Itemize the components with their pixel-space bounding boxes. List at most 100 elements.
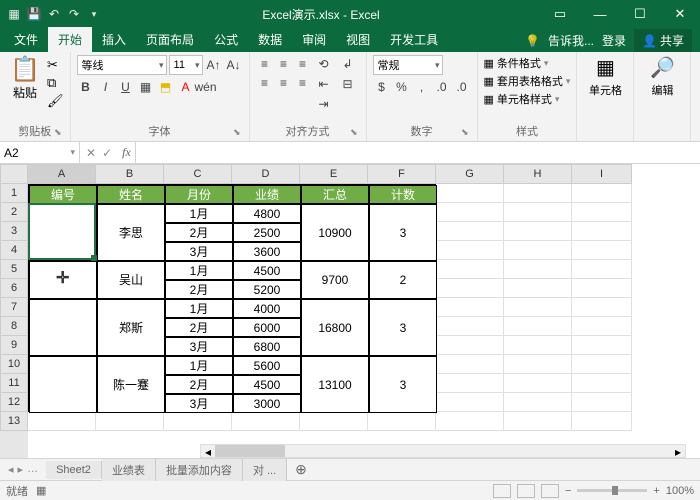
cell[interactable] [504,374,572,393]
data-cell[interactable]: 姓名 [97,185,165,204]
data-cell[interactable]: 10900 [301,204,369,261]
row-header[interactable]: 9 [0,336,28,355]
cell[interactable] [436,222,504,241]
decrease-decimal-icon[interactable]: .0 [453,78,471,96]
cancel-formula-icon[interactable]: ✕ [86,146,96,160]
cell[interactable] [436,298,504,317]
scroll-left-icon[interactable]: ◂ [201,445,215,457]
cell[interactable] [572,412,632,431]
data-cell[interactable] [29,356,97,413]
row-header[interactable]: 3 [0,222,28,241]
cells-button[interactable]: ▦单元格 [583,55,627,98]
share-button[interactable]: 👤 共享 [634,29,692,52]
cell[interactable] [504,412,572,431]
cell[interactable] [436,241,504,260]
cell[interactable] [436,317,504,336]
data-cell[interactable] [29,204,97,261]
macro-record-icon[interactable]: ▦ [36,484,46,497]
undo-icon[interactable]: ↶ [46,6,62,22]
align-left-icon[interactable]: ≡ [256,74,274,92]
cell[interactable] [504,279,572,298]
cell[interactable] [572,336,632,355]
cell[interactable] [504,241,572,260]
data-cell[interactable]: 6000 [233,318,301,337]
data-cell[interactable]: 3月 [165,242,233,261]
data-cell[interactable]: 5600 [233,356,301,375]
data-cell[interactable]: 1月 [165,261,233,280]
data-cell[interactable]: 1月 [165,204,233,223]
tab-layout[interactable]: 页面布局 [136,27,204,52]
row-header[interactable]: 12 [0,393,28,412]
cell[interactable] [572,184,632,203]
tab-review[interactable]: 审阅 [292,27,336,52]
cell[interactable] [232,412,300,431]
minimize-button[interactable]: — [580,0,620,28]
tab-insert[interactable]: 插入 [92,27,136,52]
data-cell[interactable]: 2月 [165,223,233,242]
cell[interactable] [572,260,632,279]
page-break-view-icon[interactable] [541,484,559,498]
data-cell[interactable]: 编号 [29,185,97,204]
data-cell[interactable]: 3600 [233,242,301,261]
cell[interactable] [572,317,632,336]
accounting-format-icon[interactable]: $ [373,78,391,96]
sheet-nav-next-icon[interactable]: ▸ [18,463,24,476]
cell[interactable] [436,279,504,298]
zoom-level[interactable]: 100% [666,485,694,497]
tab-developer[interactable]: 开发工具 [380,27,448,52]
add-sheet-button[interactable]: ⊕ [287,461,315,478]
orientation-icon[interactable]: ⟲ [315,55,333,73]
data-cell[interactable]: 4500 [233,375,301,394]
data-cell[interactable]: 3 [369,356,437,413]
column-header[interactable]: I [572,164,632,184]
horizontal-scrollbar[interactable]: ◂ ▸ [200,444,686,458]
decrease-indent-icon[interactable]: ⇤ [315,75,333,93]
cell[interactable] [572,298,632,317]
launcher-icon[interactable]: ⬊ [233,127,241,138]
cell[interactable] [96,412,164,431]
cell[interactable] [436,260,504,279]
paste-button[interactable]: 📋 粘贴 [6,55,44,101]
data-cell[interactable]: 吴山 [97,261,165,299]
number-format-combo[interactable]: 常规 [373,55,443,75]
align-center-icon[interactable]: ≡ [275,74,293,92]
zoom-in-icon[interactable]: + [653,485,659,497]
copy-icon[interactable]: ⧉ [47,75,64,91]
cell[interactable] [300,412,368,431]
cell[interactable] [504,184,572,203]
data-cell[interactable]: 3月 [165,337,233,356]
cell[interactable] [504,336,572,355]
cell[interactable] [572,241,632,260]
font-name-combo[interactable]: 等线 [77,55,167,75]
cell[interactable] [572,355,632,374]
cell[interactable] [572,203,632,222]
formula-bar[interactable] [135,142,700,163]
scroll-right-icon[interactable]: ▸ [671,445,685,457]
sheet-tab-1[interactable]: Sheet2 [46,461,102,479]
data-cell[interactable]: 2 [369,261,437,299]
data-cell[interactable]: 1月 [165,356,233,375]
sheet-tab-2[interactable]: 业绩表 [102,459,156,481]
tellme-text[interactable]: 告诉我... [548,32,594,49]
align-right-icon[interactable]: ≡ [294,74,312,92]
percent-format-icon[interactable]: % [393,78,411,96]
normal-view-icon[interactable] [493,484,511,498]
decrease-font-icon[interactable]: A↓ [225,56,243,74]
increase-indent-icon[interactable]: ⇥ [315,95,333,113]
data-cell[interactable]: 汇总 [301,185,369,204]
format-as-table-button[interactable]: ▦套用表格格式▾ [484,73,571,89]
maximize-button[interactable]: ☐ [620,0,660,28]
spreadsheet-grid[interactable]: 12345678910111213 ABCDEFGHI 编号姓名月份业绩汇总计数… [0,164,700,458]
data-cell[interactable]: 6800 [233,337,301,356]
column-header[interactable]: H [504,164,572,184]
bold-button[interactable]: B [77,78,95,96]
data-cell[interactable]: 计数 [369,185,437,204]
ribbon-options-icon[interactable]: ▭ [540,0,580,28]
scrollbar-thumb[interactable] [215,445,285,457]
data-cell[interactable] [29,299,97,356]
row-header[interactable]: 10 [0,355,28,374]
wrap-text-icon[interactable]: ↲ [336,55,360,73]
close-button[interactable]: ✕ [660,0,700,28]
data-cell[interactable]: 3月 [165,394,233,413]
cell[interactable] [436,184,504,203]
